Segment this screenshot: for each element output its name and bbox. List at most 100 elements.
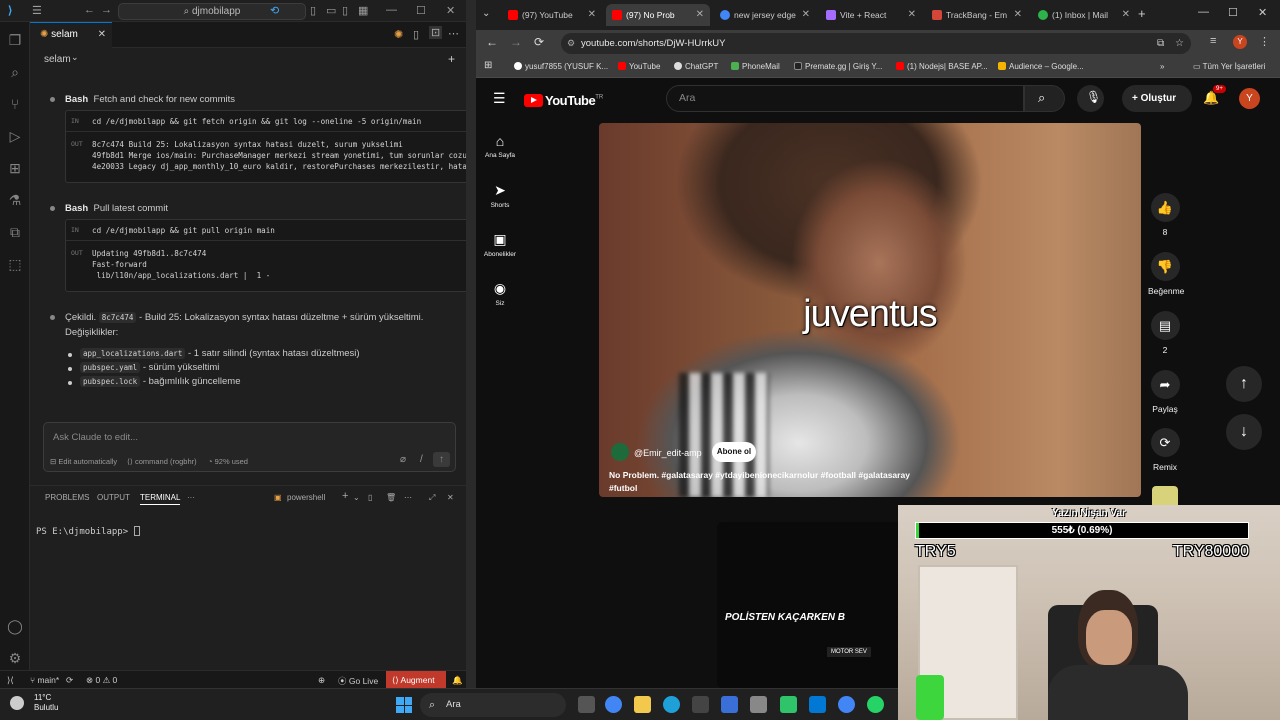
source-control-icon[interactable]: ⑂	[7, 96, 23, 112]
customize-layout-icon[interactable]: ▦	[358, 4, 368, 17]
tab-close-icon[interactable]: ✕	[696, 4, 704, 26]
remote-icon[interactable]: ⟩⟨	[7, 675, 14, 686]
bash-block-title[interactable]: Bash Fetch and check for new commits	[65, 94, 235, 105]
chrome-tab[interactable]: new jersey edge ✕	[714, 4, 816, 26]
search-icon[interactable]: ⌕	[7, 64, 23, 80]
chrome-tab[interactable]: TrackBang - Em ✕	[926, 4, 1028, 26]
close-icon[interactable]: ✕	[1258, 6, 1267, 19]
outlook-icon[interactable]	[721, 696, 738, 713]
remote-explorer-icon[interactable]: ⧉	[7, 224, 23, 240]
tab-selam[interactable]: ✺ selam ✕	[30, 22, 112, 48]
reading-list-icon[interactable]: ≡	[1210, 35, 1216, 47]
chrome-profile-icon[interactable]	[838, 696, 855, 713]
tab-search-icon[interactable]: ⌄	[482, 8, 490, 19]
game-icon[interactable]	[780, 696, 797, 713]
minimize-icon[interactable]: —	[1198, 6, 1209, 18]
weather-widget[interactable]: 11°C Bulutlu	[10, 693, 58, 713]
augment-button[interactable]: ⟨⟩ Augment	[386, 671, 446, 689]
voice-search-button[interactable]: 🎙	[1077, 85, 1104, 112]
bookmark-item[interactable]: YouTube	[618, 62, 660, 71]
bookmark-item[interactable]: ChatGPT	[674, 62, 718, 71]
forward-icon[interactable]: →	[510, 35, 522, 49]
nav-you[interactable]: ◉ Siz	[476, 280, 524, 307]
claude-spark-icon[interactable]: ✺	[394, 28, 403, 41]
close-icon[interactable]: ✕	[446, 4, 455, 17]
new-terminal-icon[interactable]: +	[342, 490, 348, 502]
install-app-icon[interactable]: ⧉	[1157, 33, 1164, 54]
more-bookmarks-icon[interactable]: »	[1160, 62, 1164, 71]
slash-command-icon[interactable]: /	[420, 454, 423, 465]
create-button[interactable]: + Oluştur	[1122, 85, 1192, 112]
back-icon[interactable]: ←	[486, 35, 498, 49]
site-info-icon[interactable]: ⚙	[567, 33, 575, 54]
account-avatar[interactable]: Y	[1239, 88, 1260, 109]
dislike-button[interactable]: 👎 Beğenme	[1148, 252, 1184, 296]
terminal-more-icon[interactable]: ⋯	[404, 493, 412, 502]
split-editor-icon[interactable]: ▯	[413, 28, 419, 41]
search-button[interactable]: ⌕	[1024, 85, 1065, 112]
remix-button[interactable]: ⟳ Remix	[1148, 428, 1182, 472]
like-button[interactable]: 👍 8	[1148, 193, 1182, 237]
tab-close-icon[interactable]: ✕	[98, 23, 106, 47]
sync-icon[interactable]: ⟳	[66, 675, 73, 686]
edge-icon[interactable]	[663, 696, 680, 713]
subscribe-button[interactable]: Abone ol	[712, 442, 756, 462]
new-chat-icon[interactable]: +	[448, 52, 455, 66]
panel-more-button[interactable]: ···	[187, 493, 195, 502]
attach-icon[interactable]: ⌀	[400, 454, 406, 465]
search-input[interactable]: Ara	[666, 85, 1024, 112]
settings-gear-icon[interactable]: ⚙	[7, 650, 23, 666]
nav-subscriptions[interactable]: ▣ Abonelikler	[476, 231, 524, 258]
maximize-panel-icon[interactable]: ⤢	[429, 493, 435, 503]
kill-terminal-icon[interactable]: 🗑	[386, 493, 396, 502]
explorer-icon[interactable]: ❐	[7, 32, 23, 48]
menu-icon[interactable]: ☰	[32, 4, 42, 17]
vscode-taskbar-icon[interactable]	[809, 696, 826, 713]
tab-terminal[interactable]: TERMINAL	[140, 493, 181, 505]
new-tab-icon[interactable]: +	[1138, 6, 1146, 21]
bookmark-item[interactable]: Audience – Google...	[998, 62, 1084, 71]
notifications-icon[interactable]: 🔔	[452, 675, 463, 686]
containers-icon[interactable]: ⬚	[7, 256, 23, 272]
chrome-taskbar-icon[interactable]	[605, 696, 622, 713]
chat-title[interactable]: selam	[44, 54, 71, 65]
shorts-video-player[interactable]: juventus @Emir_edit-amp Abone ol No Prob…	[599, 123, 1141, 497]
problems-indicator[interactable]: ⊗ 0 ⚠ 0	[86, 675, 117, 686]
account-icon[interactable]: ◯	[7, 618, 23, 634]
hamburger-menu-icon[interactable]: ☰	[493, 90, 506, 107]
start-button[interactable]	[396, 697, 412, 713]
testing-icon[interactable]: ⚗	[7, 192, 23, 208]
all-bookmarks[interactable]: ▭ Tüm Yer İşaretleri	[1193, 62, 1265, 71]
back-icon[interactable]: ←	[84, 4, 95, 16]
taskbar-search[interactable]: ⌕ Ara	[420, 693, 566, 717]
send-button[interactable]: ↑	[433, 452, 450, 467]
minimize-icon[interactable]: —	[386, 4, 397, 16]
nav-home[interactable]: ⌂ Ana Sayfa	[476, 133, 524, 159]
tab-close-icon[interactable]: ✕	[1014, 4, 1022, 26]
extensions-icon[interactable]: ⊞	[7, 160, 23, 176]
forward-icon[interactable]: →	[101, 4, 112, 16]
edit-mode-toggle[interactable]: ⊟ Edit automatically	[50, 457, 117, 466]
go-live-button[interactable]: ⦿ Go Live	[338, 675, 378, 687]
maximize-icon[interactable]: ☐	[1228, 6, 1238, 19]
layout-sidebar-icon[interactable]: ▯	[310, 4, 316, 17]
chrome-tab-active[interactable]: (97) No Prob ✕	[606, 4, 710, 26]
share-button[interactable]: ➦ Paylaş	[1148, 370, 1182, 414]
lock-icon[interactable]: ⊡	[429, 26, 443, 39]
chevron-down-icon[interactable]: ⌄	[71, 52, 79, 63]
tab-close-icon[interactable]: ✕	[1122, 4, 1130, 26]
run-debug-icon[interactable]: ▷	[7, 128, 23, 144]
task-view-icon[interactable]	[578, 696, 595, 713]
app-icon[interactable]	[750, 696, 767, 713]
bookmark-item[interactable]: yusuf7855 (YUSUF K...	[514, 62, 608, 71]
layout-secondary-icon[interactable]: ▯	[342, 4, 348, 17]
channel-link[interactable]: @Emir_edit-amp	[611, 443, 702, 461]
bookmark-item[interactable]: Premate.gg | Giriş Y...	[794, 62, 882, 71]
tab-close-icon[interactable]: ✕	[588, 4, 596, 26]
chrome-tab[interactable]: (1) Inbox | Mail ✕	[1032, 4, 1136, 26]
bookmark-star-icon[interactable]: ☆	[1175, 33, 1184, 54]
comments-button[interactable]: ▤ 2	[1148, 311, 1182, 355]
bookmark-item[interactable]: (1) Nodejs| BASE AP...	[896, 62, 988, 71]
copilot-status-icon[interactable]: ⊕	[318, 675, 325, 686]
profile-avatar[interactable]: Y	[1233, 35, 1247, 49]
